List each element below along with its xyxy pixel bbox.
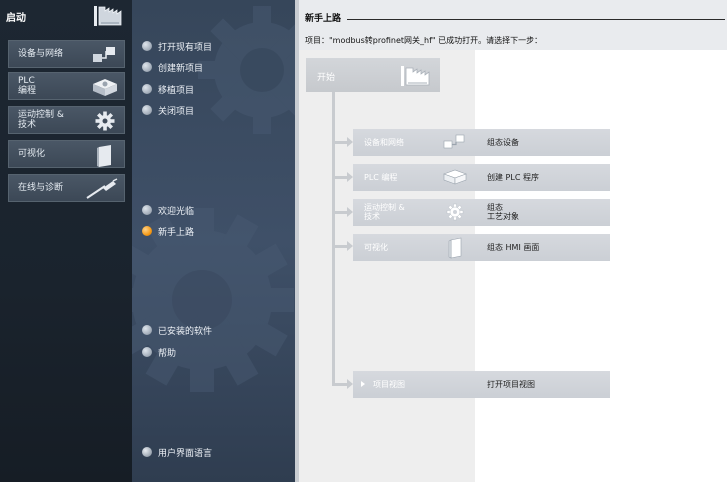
bullet-icon	[142, 41, 152, 51]
portal-actions-panel: 打开现有项目 创建新项目 移植项目 关闭项目 欢迎光临 新手上路 已安装的软件 …	[132, 0, 295, 482]
flow-connector	[332, 211, 348, 214]
title-rule	[347, 19, 725, 20]
portal-button-label: 在线与诊断	[18, 183, 64, 193]
portal-devices-networks-button[interactable]: 设备与网络	[8, 40, 125, 68]
action-label: 新手上路	[158, 228, 195, 238]
action-label: 移植项目	[158, 86, 195, 96]
portal-button-label: PLC 编程	[18, 76, 37, 96]
step-action-label: 组态设备	[487, 138, 519, 147]
gear-icon	[91, 110, 119, 135]
diagnostics-probe-icon	[85, 178, 119, 203]
step-label: PLC 编程	[364, 173, 398, 182]
plc-programming-icon	[442, 167, 468, 190]
background-gears-graphic	[132, 6, 295, 392]
step-label: 项目视图	[373, 380, 405, 389]
step-plc-programming-button[interactable]: PLC 编程 创建 PLC 程序	[353, 164, 610, 191]
flow-connector	[332, 383, 348, 386]
step-devices-networks-button[interactable]: 设备和网络 组态设备	[353, 129, 610, 156]
action-label: 帮助	[158, 349, 177, 359]
flow-connector	[332, 176, 348, 179]
step-label: 可视化	[364, 243, 388, 252]
step-motion-technology-button[interactable]: 运动控制 & 技术 组态 工艺对象	[353, 199, 610, 226]
hmi-screen-icon	[442, 237, 468, 262]
content-header: 新手上路 项目："modbus转profinet网关_hf" 已成功打开。请选择…	[299, 0, 727, 50]
step-action-label: 创建 PLC 程序	[487, 173, 539, 182]
portal-plc-programming-button[interactable]: PLC 编程	[8, 72, 125, 100]
bullet-icon	[142, 347, 152, 357]
gear-icon	[442, 202, 468, 225]
hmi-screen-icon	[91, 144, 119, 171]
portal-visualization-button[interactable]: 可视化	[8, 140, 125, 168]
project-status-message: 项目："modbus转profinet网关_hf" 已成功打开。请选择下一步：	[305, 36, 543, 45]
start-label: 开始	[317, 73, 336, 83]
flow-connector	[332, 141, 348, 144]
step-label: 运动控制 & 技术	[364, 203, 405, 221]
portal-navigation: 启动 设备与网络 PLC 编程 运动控制 & 技术 可视化 在线与诊断	[0, 0, 132, 482]
bullet-icon	[142, 205, 152, 215]
action-label: 欢迎光临	[158, 207, 195, 217]
start-portal-icon	[92, 3, 124, 32]
plc-programming-icon	[91, 76, 119, 101]
bullet-icon	[142, 105, 152, 115]
portal-online-diagnostics-button[interactable]: 在线与诊断	[8, 174, 125, 202]
devices-network-icon	[91, 44, 119, 69]
start-node: 开始	[306, 58, 440, 92]
action-label: 关闭项目	[158, 107, 195, 117]
portal-title: 启动	[6, 13, 26, 24]
action-label: 用户界面语言	[158, 449, 213, 459]
arrow-icon	[361, 381, 365, 387]
portal-button-label: 可视化	[18, 149, 46, 159]
step-action-label: 组态 HMI 画面	[487, 243, 540, 252]
action-label: 打开现有项目	[158, 43, 213, 53]
bullet-icon	[142, 84, 152, 94]
step-project-view-button[interactable]: 项目视图 打开项目视图	[353, 371, 610, 398]
bullet-icon	[142, 62, 152, 72]
flow-background	[299, 50, 475, 482]
portal-button-label: 运动控制 & 技术	[18, 110, 64, 130]
devices-network-icon	[442, 132, 468, 155]
portal-header: 启动	[0, 0, 132, 32]
portal-button-label: 设备与网络	[18, 49, 64, 59]
portal-motion-technology-button[interactable]: 运动控制 & 技术	[8, 106, 125, 134]
step-visualization-button[interactable]: 可视化 组态 HMI 画面	[353, 234, 610, 261]
step-action-label: 打开项目视图	[487, 380, 535, 389]
start-portal-icon	[400, 64, 432, 91]
flow-connector-line	[332, 92, 335, 384]
step-action-label: 组态 工艺对象	[487, 203, 519, 221]
active-bullet-icon	[142, 226, 152, 236]
action-label: 已安装的软件	[158, 327, 213, 337]
first-steps-content: 新手上路 项目："modbus转profinet网关_hf" 已成功打开。请选择…	[299, 0, 727, 482]
page-title: 新手上路	[305, 14, 342, 24]
step-label: 设备和网络	[364, 138, 404, 147]
action-label: 创建新项目	[158, 64, 204, 74]
bullet-icon	[142, 325, 152, 335]
globe-icon	[142, 447, 152, 457]
flow-connector	[332, 245, 348, 248]
